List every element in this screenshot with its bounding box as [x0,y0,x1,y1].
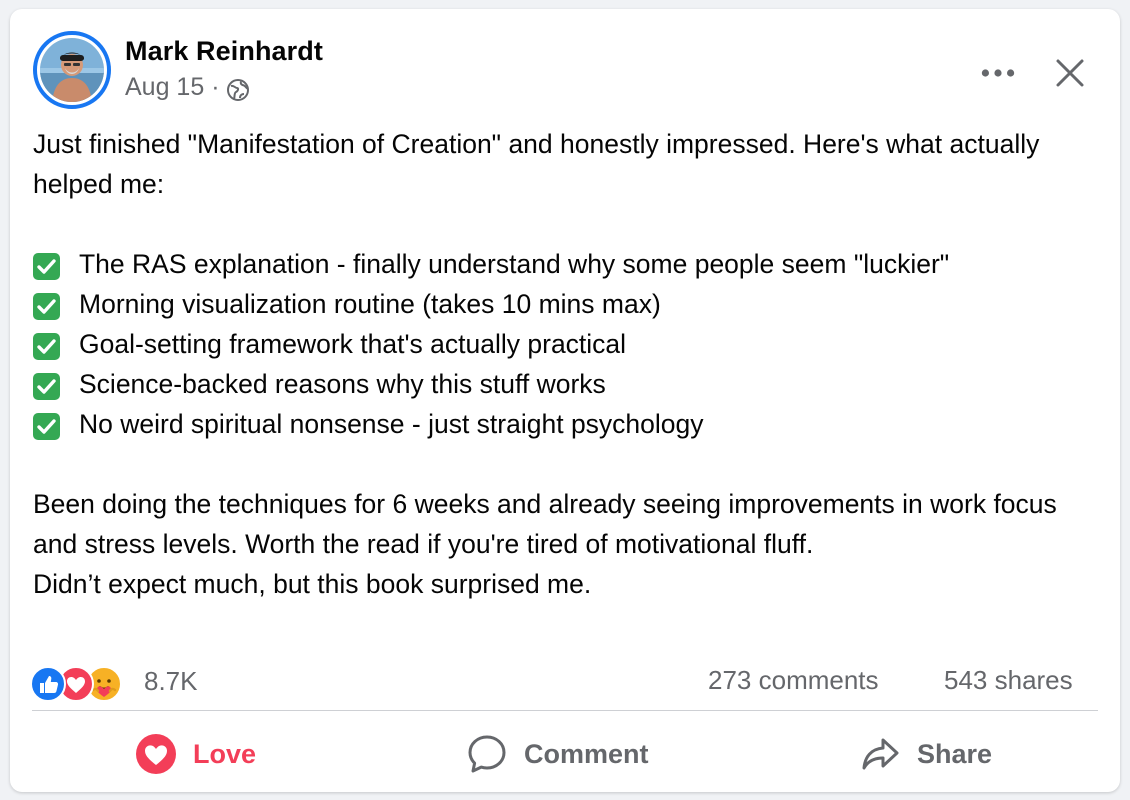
comment-label: Comment [524,738,649,769]
avatar-photo [40,38,104,102]
post-paragraph: Been doing the techniques for 6 weeks an… [33,489,1057,559]
checklist-item: Goal-setting framework that's actually p… [33,324,1108,364]
avatar-image [40,38,104,102]
checkmark-icon [33,371,60,400]
checkmark-icon [33,291,60,320]
author-avatar[interactable] [33,31,111,109]
checklist-text: No weird spiritual nonsense - just strai… [79,409,704,439]
share-label: Share [917,738,993,769]
reaction-icons [30,663,135,702]
checkmark-icon [33,331,60,360]
post-intro: Just finished "Manifestation of Creation… [33,129,1040,199]
post-date[interactable]: Aug 15 [125,73,204,102]
comment-icon [466,733,508,775]
close-icon [1056,59,1084,87]
divider [32,710,1098,711]
love-icon [135,733,177,775]
more-dots-icon [981,69,1015,77]
author-name[interactable]: Mark Reinhardt [125,36,323,67]
reactions-summary[interactable]: 8.7K [30,663,198,702]
checklist-item: The RAS explanation - finally understand… [33,244,1108,284]
reaction-count: 8.7K [144,665,198,696]
love-button[interactable]: Love [135,726,256,782]
post-body: Just finished "Manifestation of Creation… [33,124,1108,604]
comment-button[interactable]: Comment [466,726,649,782]
checklist-item: No weird spiritual nonsense - just strai… [33,404,1108,444]
shares-count[interactable]: 543 shares [944,665,1073,696]
checklist-text: Science-backed reasons why this stuff wo… [79,369,606,399]
post-closing-line: Didn’t expect much, but this book surpri… [33,569,592,599]
checkmark-icon [33,411,60,440]
share-button[interactable]: Share [859,726,992,782]
checklist-text: The RAS explanation - finally understand… [79,249,950,279]
checklist-item: Morning visualization routine (takes 10 … [33,284,1108,324]
close-button[interactable] [1048,51,1092,95]
meta-separator: · [211,73,220,101]
love-label: Love [193,738,257,769]
checklist-item: Science-backed reasons why this stuff wo… [33,364,1108,404]
checklist-text: Goal-setting framework that's actually p… [79,329,627,359]
checklist-text: Morning visualization routine (takes 10 … [79,289,661,319]
post-meta: Aug 15 · [125,73,250,102]
comments-count[interactable]: 273 comments [708,665,879,696]
more-options-button[interactable] [976,55,1020,91]
post-card: Mark Reinhardt Aug 15 · Just finished "M… [10,9,1120,792]
globe-icon[interactable] [226,78,250,102]
checkmark-icon [33,251,60,280]
share-icon [859,733,901,775]
like-icon [30,666,66,702]
